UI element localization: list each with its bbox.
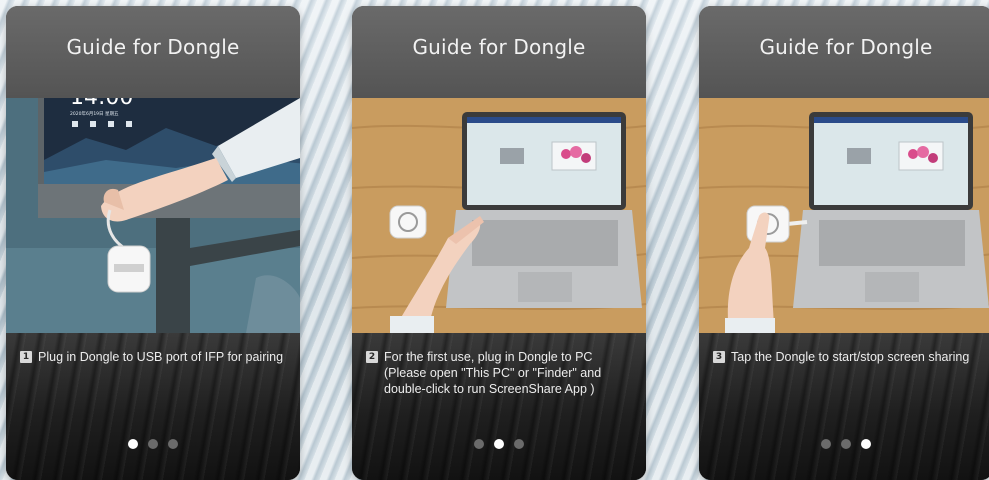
card-header: Guide for Dongle xyxy=(352,6,646,98)
step-text: Tap the Dongle to start/stop screen shar… xyxy=(731,350,970,364)
card-footer: 3 Tap the Dongle to start/stop screen sh… xyxy=(699,333,989,480)
screen-time: 14:00 xyxy=(70,98,133,110)
page-dot-1[interactable] xyxy=(821,439,831,449)
card-title: Guide for Dongle xyxy=(66,35,240,59)
card-title: Guide for Dongle xyxy=(412,35,586,59)
step-number-badge: 3 xyxy=(713,351,725,363)
step-number-badge: 1 xyxy=(20,351,32,363)
card-header: Guide for Dongle xyxy=(6,6,300,98)
page-dot-3[interactable] xyxy=(168,439,178,449)
pagination-dots xyxy=(352,439,646,449)
step-text: For the first use, plug in Dongle to PC … xyxy=(384,350,602,396)
card-header: Guide for Dongle xyxy=(699,6,989,98)
guide-card-1: Guide for Dongle 14:00 2020年6月19日 星期五 xyxy=(6,6,300,480)
ifp-plug-illustration: 14:00 2020年6月19日 星期五 xyxy=(6,98,300,333)
page-dot-2[interactable] xyxy=(494,439,504,449)
page-dot-3[interactable] xyxy=(514,439,524,449)
page-dot-3[interactable] xyxy=(861,439,871,449)
guide-card-3: Guide for Dongle 3 Tap the Dongle to sta… xyxy=(699,6,989,480)
laptop-plug-illustration xyxy=(352,98,646,333)
card-footer: 1 Plug in Dongle to USB port of IFP for … xyxy=(6,333,300,480)
step-instruction: 2 For the first use, plug in Dongle to P… xyxy=(366,349,634,397)
page-dot-2[interactable] xyxy=(841,439,851,449)
pagination-dots xyxy=(699,439,989,449)
step-text: Plug in Dongle to USB port of IFP for pa… xyxy=(38,350,284,364)
pagination-dots xyxy=(6,439,300,449)
guide-card-2: Guide for Dongle 2 For the first use, pl… xyxy=(352,6,646,480)
card-title: Guide for Dongle xyxy=(759,35,933,59)
page-dot-1[interactable] xyxy=(474,439,484,449)
screen-date: 2020年6月19日 星期五 xyxy=(70,110,119,117)
step-number-badge: 2 xyxy=(366,351,378,363)
page-dot-1[interactable] xyxy=(128,439,138,449)
card-footer: 2 For the first use, plug in Dongle to P… xyxy=(352,333,646,480)
page-dot-2[interactable] xyxy=(148,439,158,449)
step-instruction: 3 Tap the Dongle to start/stop screen sh… xyxy=(713,349,981,365)
step-instruction: 1 Plug in Dongle to USB port of IFP for … xyxy=(20,349,288,365)
tap-dongle-illustration xyxy=(699,98,989,333)
